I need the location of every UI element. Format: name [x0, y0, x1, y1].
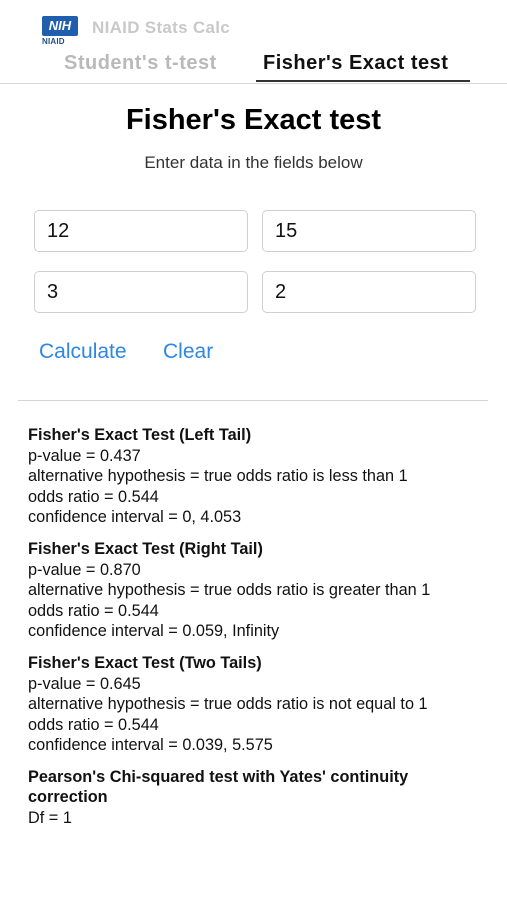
- confidence-interval: confidence interval = 0.059, Infinity: [28, 621, 280, 640]
- confidence-interval: confidence interval = 0, 4.053: [28, 507, 242, 526]
- divider: [18, 400, 488, 401]
- app-header: NIH NIAID NIAID Stats Calc Student's t-t…: [0, 0, 507, 84]
- active-tab-indicator: [256, 80, 470, 82]
- page-subtitle: Enter data in the fields below: [144, 153, 363, 172]
- clear-button[interactable]: Clear: [163, 340, 213, 364]
- result-left-tail: Fisher's Exact Test (Left Tail) p-value …: [28, 425, 488, 527]
- alternative-hypothesis: alternative hypothesis = true odds ratio…: [28, 581, 431, 600]
- calculate-button[interactable]: Calculate: [39, 340, 127, 364]
- alternative-hypothesis: alternative hypothesis = true odds ratio…: [28, 467, 408, 486]
- p-value: p-value = 0.645: [28, 675, 141, 694]
- p-value: p-value = 0.437: [28, 447, 141, 466]
- p-value: p-value = 0.870: [28, 561, 141, 580]
- result-chi-squared: Pearson's Chi-squared test with Yates' c…: [28, 767, 488, 829]
- nih-logo-mark: NIH: [42, 16, 78, 36]
- degrees-of-freedom: Df = 1: [28, 809, 72, 828]
- result-heading: Fisher's Exact Test (Two Tails): [28, 654, 262, 673]
- niaid-logo-text: NIAID: [42, 37, 65, 46]
- result-two-tails: Fisher's Exact Test (Two Tails) p-value …: [28, 653, 488, 755]
- cell-c-input[interactable]: [34, 271, 248, 313]
- results-panel: Fisher's Exact Test (Left Tail) p-value …: [28, 425, 488, 841]
- odds-ratio: odds ratio = 0.544: [28, 715, 159, 734]
- page-title: Fisher's Exact test: [125, 104, 382, 136]
- tab-student-t-test[interactable]: Student's t-test: [64, 48, 217, 80]
- app-title: NIAID Stats Calc: [92, 18, 231, 37]
- result-heading: Fisher's Exact Test (Left Tail): [28, 426, 252, 444]
- cell-d-input[interactable]: [262, 271, 476, 313]
- cell-b-input[interactable]: [262, 210, 476, 252]
- tab-fishers-exact-test[interactable]: Fisher's Exact test: [263, 48, 448, 80]
- tab-bar: Student's t-test Fisher's Exact test: [0, 48, 507, 84]
- cell-a-input[interactable]: [34, 210, 248, 252]
- result-heading: Fisher's Exact Test (Right Tail): [28, 540, 263, 559]
- result-right-tail: Fisher's Exact Test (Right Tail) p-value…: [28, 539, 488, 641]
- odds-ratio: odds ratio = 0.544: [28, 487, 159, 506]
- odds-ratio: odds ratio = 0.544: [28, 601, 159, 620]
- confidence-interval: confidence interval = 0.039, 5.575: [28, 735, 273, 754]
- alternative-hypothesis: alternative hypothesis = true odds ratio…: [28, 695, 428, 714]
- result-heading: Pearson's Chi-squared test with Yates' c…: [28, 768, 409, 807]
- nih-logo: NIH NIAID: [42, 16, 78, 46]
- brand: NIH NIAID NIAID Stats Calc: [42, 16, 230, 46]
